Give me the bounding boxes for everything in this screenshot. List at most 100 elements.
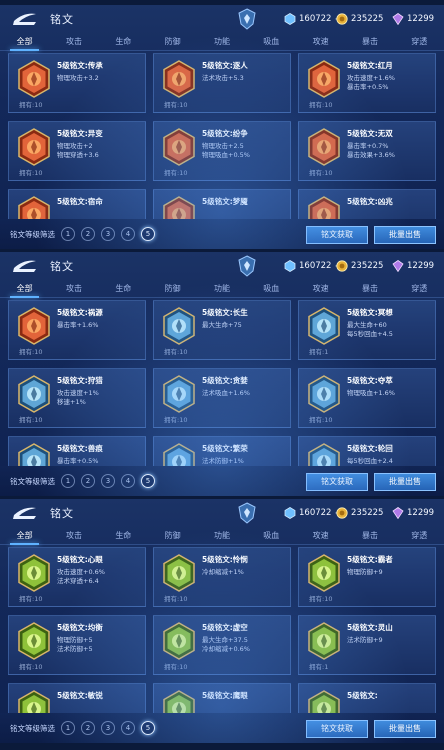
level-filter-button[interactable]: 4 <box>121 721 135 735</box>
category-tab[interactable]: 全部 <box>0 33 49 51</box>
inscription-attr: 法术防御+9 <box>347 636 383 644</box>
inscription-card[interactable]: 5级铭文:传承 物理攻击+3.2 拥有:10 <box>8 53 146 113</box>
inscription-card[interactable]: 5级铭文:兽痕 暴击率+0.5% <box>8 436 146 466</box>
bottom-bar: 铭文等级筛选 1 2 3 4 5 铭文获取 批量出售 <box>0 219 444 249</box>
obtain-inscription-button[interactable]: 铭文获取 <box>306 720 368 738</box>
coupon-amount: 235225 <box>351 508 384 518</box>
inscription-card[interactable]: 5级铭文:红月 攻击速度+1.6% 暴击率+0.5% 拥有:10 <box>298 53 436 113</box>
level-filter-button[interactable]: 4 <box>121 227 135 241</box>
inscription-card[interactable]: 5级铭文:无双 暴击率+0.7% 暴击效果+3.6% 拥有:10 <box>298 121 436 181</box>
inscription-card[interactable]: 5级铭文:长生 最大生命+75 拥有:10 <box>153 300 291 360</box>
inscription-attr: 暴击效果+3.6% <box>347 151 395 159</box>
rank-emblem-icon[interactable] <box>238 8 256 30</box>
obtain-inscription-button[interactable]: 铭文获取 <box>306 226 368 244</box>
inscription-attr: 物理防御+9 <box>347 568 383 576</box>
category-tab[interactable]: 防御 <box>148 280 197 297</box>
level-filter-button[interactable]: 5 <box>141 227 155 241</box>
level-filter-button[interactable]: 3 <box>101 474 115 488</box>
level-filter-button[interactable]: 5 <box>141 474 155 488</box>
red-rune-icon <box>307 128 341 166</box>
category-tab[interactable]: 防御 <box>148 527 197 544</box>
category-tab[interactable]: 攻击 <box>49 280 98 297</box>
bulk-sell-button[interactable]: 批量出售 <box>374 720 436 738</box>
category-tab[interactable]: 穿透 <box>395 527 444 544</box>
inscription-card[interactable]: 5级铭文:夺萃 物理吸血+1.6% 拥有:10 <box>298 368 436 428</box>
bulk-sell-button[interactable]: 批量出售 <box>374 226 436 244</box>
inscription-card[interactable]: 5级铭文:梦魇 <box>153 189 291 219</box>
green-rune-icon <box>307 554 341 592</box>
inscription-card[interactable]: 5级铭文:纷争 物理攻击+2.5 物理吸血+0.5% 拥有:10 <box>153 121 291 181</box>
category-tab[interactable]: 攻速 <box>296 527 345 544</box>
inscription-card[interactable]: 5级铭文:灵山 法术防御+9 拥有:1 <box>298 615 436 675</box>
back-arrow-icon[interactable] <box>10 504 38 522</box>
owned-count: 拥有:10 <box>164 101 188 109</box>
category-tab[interactable]: 攻击 <box>49 33 98 50</box>
category-tab[interactable]: 生命 <box>99 527 148 544</box>
category-tab[interactable]: 全部 <box>0 527 49 545</box>
level-filter-button[interactable]: 5 <box>141 721 155 735</box>
inscription-card[interactable]: 5级铭文:轮回 每5秒回血+2.4 <box>298 436 436 466</box>
inscription-card[interactable]: 5级铭文:霸者 物理防御+9 拥有:10 <box>298 547 436 607</box>
inscription-card[interactable]: 5级铭文:狩猎 攻击速度+1% 移速+1% 拥有:10 <box>8 368 146 428</box>
category-tab[interactable]: 吸血 <box>247 527 296 544</box>
inscription-card[interactable]: 5级铭文:逐人 法术攻击+5.3 拥有:10 <box>153 53 291 113</box>
inscription-card[interactable]: 5级铭文:宿命 <box>8 189 146 219</box>
category-tab[interactable]: 攻速 <box>296 280 345 297</box>
inscription-card[interactable]: 5级铭文:异变 物理攻击+2 物理穿透+3.6 拥有:10 <box>8 121 146 181</box>
rank-emblem-icon[interactable] <box>238 255 256 277</box>
category-tab[interactable]: 吸血 <box>247 33 296 50</box>
level-filter-button[interactable]: 1 <box>61 227 75 241</box>
category-tab[interactable]: 功能 <box>197 33 246 50</box>
level-filter-button[interactable]: 1 <box>61 721 75 735</box>
category-tab[interactable]: 功能 <box>197 280 246 297</box>
category-tab[interactable]: 防御 <box>148 33 197 50</box>
inscription-card[interactable]: 5级铭文:贪婪 法术吸血+1.6% 拥有:10 <box>153 368 291 428</box>
inscription-name: 5级铭文:灵山 <box>347 623 393 632</box>
coupon-currency: 235225 <box>336 505 383 521</box>
category-tab[interactable]: 功能 <box>197 527 246 544</box>
category-tab[interactable]: 暴击 <box>345 527 394 544</box>
back-arrow-icon[interactable] <box>10 257 38 275</box>
bulk-sell-button[interactable]: 批量出售 <box>374 473 436 491</box>
inscription-card[interactable]: 5级铭文:虚空 最大生命+37.5 冷却缩减+0.6% 拥有:10 <box>153 615 291 675</box>
inscription-card[interactable]: 5级铭文:冥想 最大生命+60 每5秒回血+4.5 拥有:1 <box>298 300 436 360</box>
green-rune-icon <box>17 690 51 713</box>
category-tab[interactable]: 穿透 <box>395 33 444 50</box>
owned-count: 拥有:10 <box>19 416 43 424</box>
level-filter-button[interactable]: 2 <box>81 227 95 241</box>
category-tab[interactable]: 攻速 <box>296 33 345 50</box>
category-tab[interactable]: 吸血 <box>247 280 296 297</box>
level-filter-button[interactable]: 1 <box>61 474 75 488</box>
obtain-inscription-button[interactable]: 铭文获取 <box>306 473 368 491</box>
back-arrow-icon[interactable] <box>10 10 38 28</box>
level-filter-button[interactable]: 3 <box>101 721 115 735</box>
blue-rune-icon <box>162 375 196 413</box>
owned-count: 拥有:1 <box>309 663 329 671</box>
rank-emblem-icon[interactable] <box>238 502 256 524</box>
inscription-card[interactable]: 5级铭文:敏锐 <box>8 683 146 713</box>
inscription-card[interactable]: 5级铭文:怜悯 冷却缩减+1% 拥有:10 <box>153 547 291 607</box>
category-tab[interactable]: 生命 <box>99 280 148 297</box>
inscription-card[interactable]: 5级铭文:繁荣 法术防御+1% <box>153 436 291 466</box>
category-tab[interactable]: 暴击 <box>345 33 394 50</box>
inscription-card[interactable]: 5级铭文:均衡 物理防御+5 法术防御+5 拥有:10 <box>8 615 146 675</box>
category-tab[interactable]: 全部 <box>0 280 49 298</box>
category-tab[interactable]: 攻击 <box>49 527 98 544</box>
red-rune-icon <box>17 60 51 98</box>
level-filter-label: 铭文等级筛选 <box>10 476 55 486</box>
category-tab[interactable]: 穿透 <box>395 280 444 297</box>
inscription-card[interactable]: 5级铭文:祸源 暴击率+1.6% 拥有:10 <box>8 300 146 360</box>
inscription-attr: 物理吸血+1.6% <box>347 389 395 397</box>
level-filter-button[interactable]: 2 <box>81 721 95 735</box>
level-filter-button[interactable]: 4 <box>121 474 135 488</box>
inscription-card[interactable]: 5级铭文:鹰眼 <box>153 683 291 713</box>
level-filter-button[interactable]: 3 <box>101 227 115 241</box>
red-rune-icon <box>162 196 196 219</box>
category-tab[interactable]: 生命 <box>99 33 148 50</box>
inscription-card[interactable]: 5级铭文: <box>298 683 436 713</box>
inscription-card[interactable]: 5级铭文:凶兆 <box>298 189 436 219</box>
inscription-card[interactable]: 5级铭文:心眼 攻击速度+0.6% 法术穿透+6.4 拥有:10 <box>8 547 146 607</box>
level-filter-button[interactable]: 2 <box>81 474 95 488</box>
inscription-name: 5级铭文:夺萃 <box>347 376 393 385</box>
category-tab[interactable]: 暴击 <box>345 280 394 297</box>
